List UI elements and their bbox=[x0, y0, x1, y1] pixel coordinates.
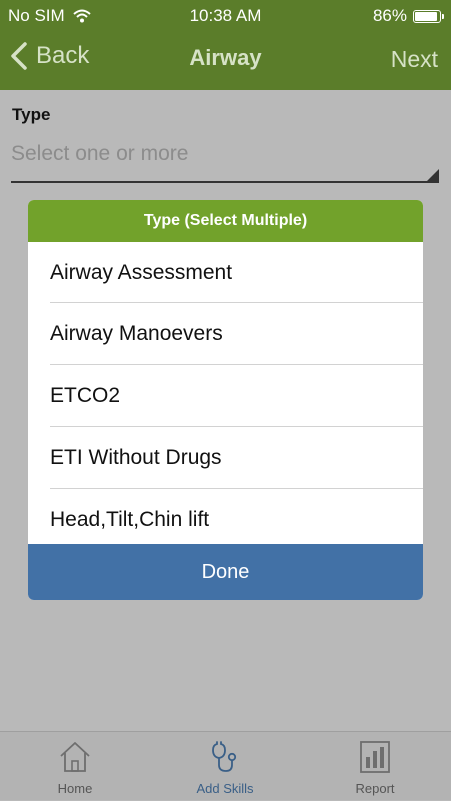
stethoscope-icon bbox=[212, 741, 237, 772]
option-item[interactable]: Head,Tilt,Chin lift bbox=[28, 489, 423, 544]
dialog-title: Type (Select Multiple) bbox=[28, 200, 423, 242]
option-item[interactable]: Airway Manoevers bbox=[28, 303, 423, 365]
tab-bar: Home Add Skills Report bbox=[0, 731, 451, 800]
type-label: Type bbox=[12, 105, 51, 124]
battery-icon bbox=[413, 9, 444, 23]
status-bar: No SIM 10:38 AM 86% bbox=[0, 0, 451, 30]
done-button[interactable]: Done bbox=[28, 544, 423, 600]
type-select-dialog: Type (Select Multiple) Airway Assessment… bbox=[28, 200, 423, 600]
option-item[interactable]: ETCO2 bbox=[28, 365, 423, 427]
tab-add-skills-label: Add Skills bbox=[196, 781, 254, 796]
report-icon bbox=[360, 741, 390, 773]
tab-home[interactable]: Home bbox=[0, 732, 150, 801]
tab-report[interactable]: Report bbox=[300, 732, 450, 801]
type-select-field[interactable]: Select one or more bbox=[11, 140, 439, 183]
tab-add-skills[interactable]: Add Skills bbox=[150, 732, 300, 801]
home-icon bbox=[60, 742, 90, 772]
status-right: 86% bbox=[372, 6, 444, 26]
type-placeholder: Select one or more bbox=[11, 142, 189, 165]
tab-home-label: Home bbox=[57, 781, 93, 796]
option-list[interactable]: Airway Assessment Airway Manoevers ETCO2… bbox=[28, 242, 423, 544]
tab-report-label: Report bbox=[355, 781, 395, 796]
option-item[interactable]: Airway Assessment bbox=[28, 242, 423, 303]
page-title: Airway bbox=[189, 45, 262, 70]
option-item[interactable]: ETI Without Drugs bbox=[28, 427, 423, 489]
nav-bar: Back Airway Next bbox=[0, 30, 451, 90]
battery-percent: 86% bbox=[372, 6, 407, 25]
next-button[interactable]: Next bbox=[391, 46, 438, 73]
dropdown-corner-icon bbox=[427, 169, 439, 181]
